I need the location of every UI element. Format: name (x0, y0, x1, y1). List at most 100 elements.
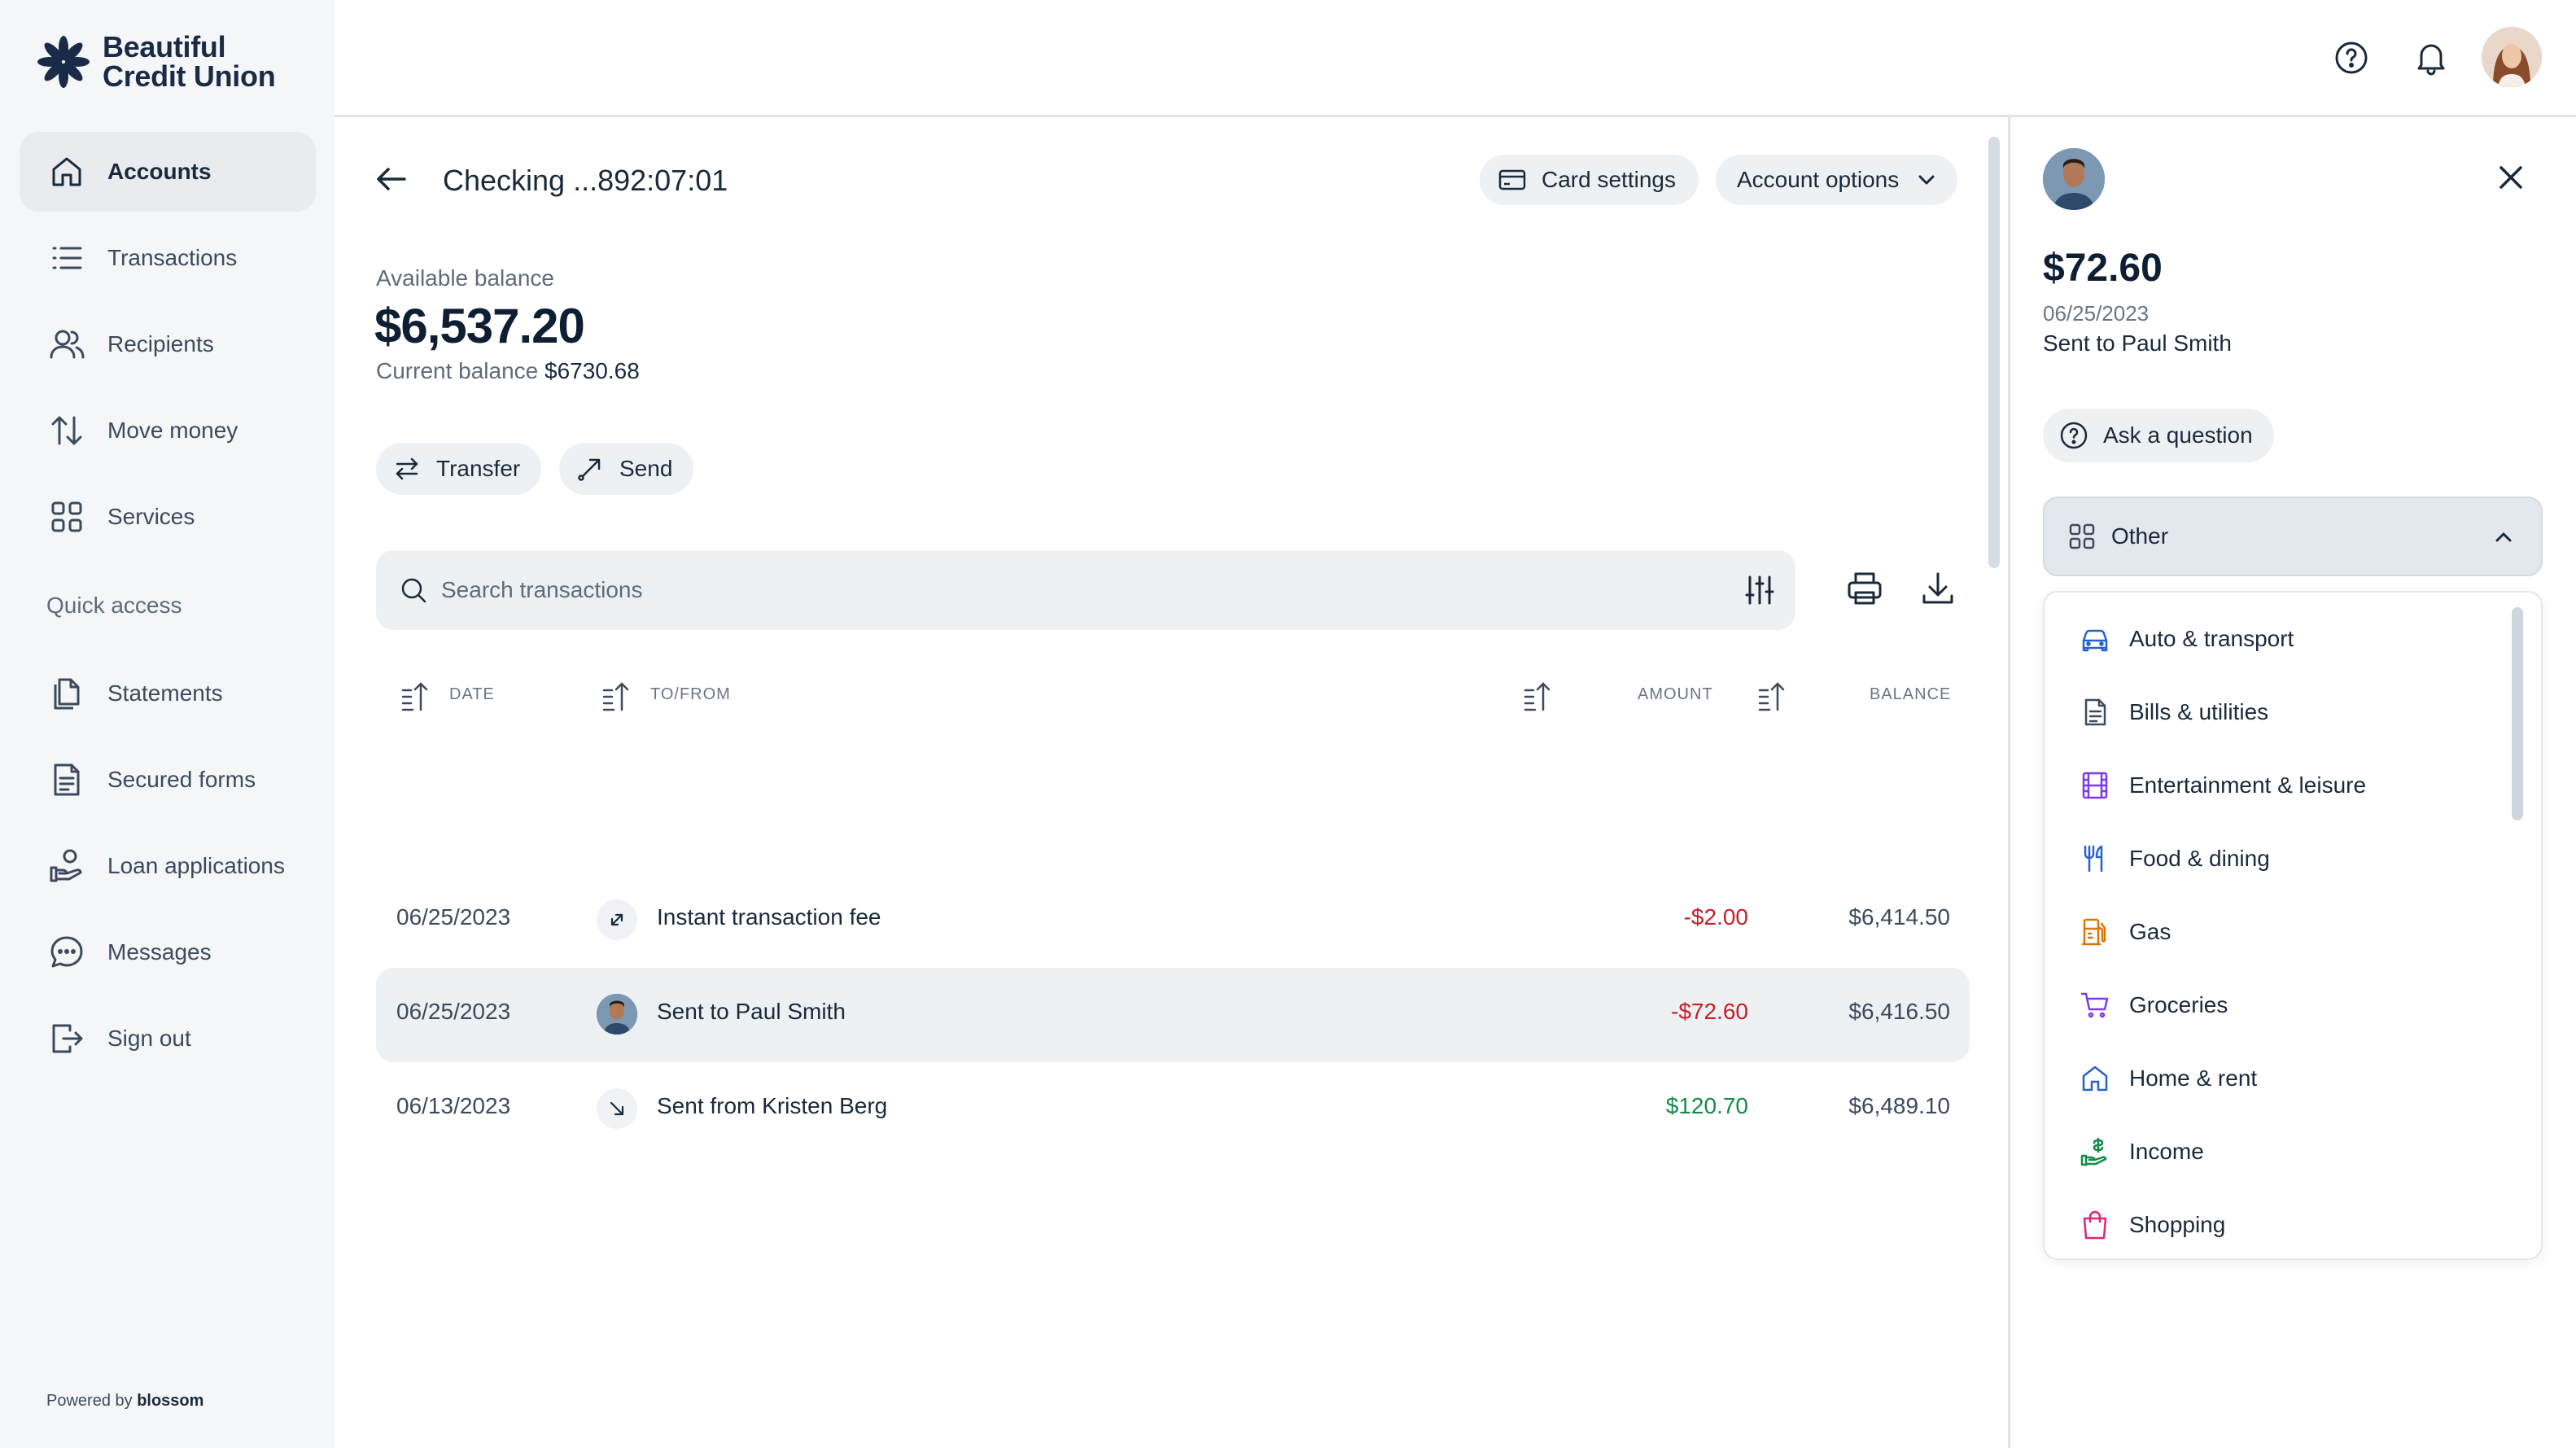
sidebar-item-secured-forms[interactable]: Secured forms (20, 740, 316, 820)
category-select[interactable]: Other (2043, 497, 2543, 576)
user-avatar[interactable] (2482, 27, 2542, 87)
category-option-groceries[interactable]: Groceries (2045, 969, 2541, 1042)
grid-icon (51, 501, 82, 532)
transfer-button[interactable]: Transfer (376, 443, 542, 495)
current-balance-amount: $6730.68 (545, 358, 640, 383)
dropdown-scrollbar[interactable] (2512, 607, 2523, 820)
filter-sliders-icon[interactable] (1742, 572, 1778, 608)
sidebar-item-statements[interactable]: Statements (20, 654, 316, 733)
category-option-label: Food & dining (2129, 846, 2270, 871)
search-input[interactable] (441, 567, 1703, 614)
category-option-bills-utilities[interactable]: Bills & utilities (2045, 676, 2541, 749)
card-settings-button[interactable]: Card settings (1480, 155, 1699, 205)
house-icon (2082, 1065, 2108, 1091)
category-option-label: Entertainment & leisure (2129, 772, 2367, 798)
account-options-button[interactable]: Account options (1716, 155, 1958, 205)
category-option-gas[interactable]: Gas (2045, 895, 2541, 969)
users-icon (50, 330, 85, 359)
row-balance: $6,414.50 (1848, 904, 1950, 930)
sort-date-icon[interactable] (398, 679, 434, 715)
category-option-food-dining[interactable]: Food & dining (2045, 822, 2541, 895)
category-option-label: Shopping (2129, 1212, 2226, 1237)
transfer-icon (396, 457, 418, 480)
ask-question-button[interactable]: Ask a question (2043, 409, 2274, 462)
transfer-label: Transfer (436, 456, 521, 481)
sort-balance-icon[interactable] (1755, 679, 1791, 715)
recipient-avatar (2043, 148, 2105, 210)
row-icon (597, 1088, 637, 1129)
brand-logo[interactable]: Beautiful Credit Union (33, 30, 276, 93)
card-icon (1498, 169, 1526, 190)
sidebar-item-recipients[interactable]: Recipients (20, 304, 316, 384)
user-avatar-icon (2482, 27, 2542, 87)
powered-by: Powered by blossom (46, 1392, 203, 1411)
account-options-label: Account options (1737, 167, 1900, 192)
sidebar: Beautiful Credit Union Accounts Transact… (0, 0, 335, 1448)
category-option-shopping[interactable]: Shopping (2045, 1188, 2541, 1258)
category-option-home-rent[interactable]: Home & rent (2045, 1042, 2541, 1115)
send-arrow-icon (578, 458, 601, 481)
sidebar-item-label: Move money (107, 418, 238, 443)
arrows-updown-icon (51, 416, 82, 445)
bell-icon[interactable] (2412, 38, 2451, 77)
column-header-balance[interactable]: BALANCE (1870, 685, 1951, 704)
sort-amount-icon[interactable] (1520, 679, 1556, 715)
row-name: Sent from Kristen Berg (657, 1093, 888, 1118)
sign-out-icon (52, 1024, 83, 1053)
print-icon[interactable] (1844, 568, 1885, 609)
category-option-label: Groceries (2129, 992, 2228, 1017)
brand-name: Beautiful Credit Union (103, 30, 276, 91)
expand-arrow-icon (610, 913, 623, 926)
table-row[interactable]: 06/25/2023 Instant transaction fee -$2.0… (376, 873, 1970, 968)
table-row[interactable]: 06/13/2023 Sent from Kristen Berg $120.7… (376, 1062, 1970, 1157)
category-option-label: Bills & utilities (2129, 699, 2269, 724)
grid-icon (2069, 523, 2095, 549)
documents-icon (54, 678, 80, 710)
main-scrollbar[interactable] (1988, 137, 2000, 568)
detail-description: Sent to Paul Smith (2043, 330, 2232, 356)
download-icon[interactable] (1918, 568, 1958, 609)
sidebar-item-transactions[interactable]: Transactions (20, 218, 316, 298)
column-header-to-from[interactable]: TO/FROM (650, 685, 731, 704)
category-dropdown: Auto & transport Bills & utilities Enter… (2043, 591, 2543, 1260)
sidebar-item-services[interactable]: Services (20, 477, 316, 557)
send-button[interactable]: Send (559, 443, 694, 495)
help-icon[interactable] (2332, 38, 2371, 77)
category-option-label: Income (2129, 1139, 2204, 1164)
category-option-auto-transport[interactable]: Auto & transport (2045, 602, 2541, 676)
row-balance: $6,489.10 (1848, 1093, 1950, 1118)
hand-coin-icon (50, 849, 82, 882)
sidebar-item-label: Recipients (107, 331, 214, 357)
gas-pump-icon (2081, 918, 2106, 946)
help-icon (2060, 422, 2088, 449)
table-row-selected[interactable]: 06/25/2023 Sent to Paul Smith -$72.60 $6… (376, 968, 1970, 1062)
close-icon[interactable] (2491, 158, 2530, 197)
person-avatar-icon (2043, 148, 2105, 210)
column-header-date[interactable]: DATE (449, 685, 495, 704)
film-icon (2082, 772, 2108, 799)
category-option-income[interactable]: Income (2045, 1115, 2541, 1188)
car-icon (2082, 629, 2108, 652)
available-balance-label: Available balance (376, 265, 554, 291)
category-option-entertainment[interactable]: Entertainment & leisure (2045, 749, 2541, 822)
back-arrow-icon[interactable] (372, 160, 411, 199)
chat-icon (50, 936, 83, 968)
quick-access-heading: Quick access (46, 593, 182, 618)
receive-arrow-icon (610, 1101, 624, 1116)
sort-to-from-icon[interactable] (599, 679, 635, 715)
sidebar-item-loan-applications[interactable]: Loan applications (20, 826, 316, 906)
row-amount: -$2.00 (1683, 904, 1748, 930)
sidebar-item-messages[interactable]: Messages (20, 912, 316, 992)
sidebar-item-sign-out[interactable]: Sign out (20, 999, 316, 1078)
sidebar-item-label: Sign out (107, 1026, 191, 1051)
card-settings-label: Card settings (1542, 167, 1676, 192)
cart-icon (2080, 992, 2109, 1018)
ask-question-label: Ask a question (2103, 422, 2253, 448)
sidebar-item-accounts[interactable]: Accounts (20, 132, 316, 212)
brand-line-1: Beautiful (103, 30, 226, 63)
sidebar-item-move-money[interactable]: Move money (20, 391, 316, 470)
send-label: Send (619, 456, 673, 481)
column-header-amount[interactable]: AMOUNT (1638, 685, 1713, 704)
row-name: Instant transaction fee (657, 904, 881, 930)
transaction-search (376, 550, 1795, 630)
